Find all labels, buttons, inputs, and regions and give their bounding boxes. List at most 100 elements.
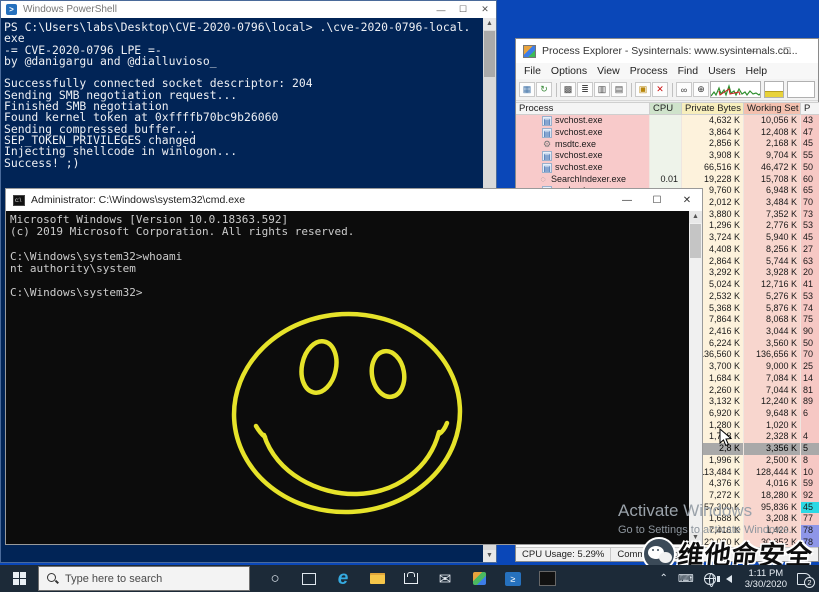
find-handle-icon[interactable]: ∞ (676, 82, 692, 97)
scrollbar-thumb[interactable] (484, 31, 495, 77)
scroll-down-icon[interactable]: ▼ (483, 550, 496, 562)
powershell-title: Windows PowerShell (23, 4, 117, 15)
maximize-button[interactable]: ☐ (770, 39, 804, 63)
mail-icon[interactable]: ✉ (428, 565, 462, 592)
working-set-value: 9,000 K (744, 361, 801, 373)
cmd-icon[interactable] (530, 565, 564, 592)
process-explorer-titlebar[interactable]: Process Explorer - Sysinternals: www.sys… (516, 39, 818, 63)
process-row[interactable]: ◌SearchIndexer.exe0.0119,228 K15,708 K60 (516, 174, 819, 186)
column-process[interactable]: Process (516, 102, 650, 115)
notification-badge: 2 (804, 577, 815, 588)
cmd-scrollbar[interactable]: ▲ ▼ (689, 211, 702, 544)
working-set-value: 7,084 K (744, 373, 801, 385)
cortana-icon[interactable]: ○ (258, 565, 292, 592)
search-icon (47, 573, 59, 585)
search-indexer-icon: ◌ (538, 174, 548, 184)
working-set-value: 2,776 K (744, 220, 801, 232)
menu-file[interactable]: File (519, 65, 546, 77)
column-working-set[interactable]: Working Set (744, 102, 801, 115)
network-icon[interactable] (704, 573, 716, 585)
scrollbar-thumb[interactable] (690, 224, 701, 258)
system-info-icon[interactable]: ▩ (560, 82, 576, 97)
svchost-icon: ▤ (542, 116, 552, 126)
pid-value: 70 (801, 197, 819, 209)
edge-icon[interactable]: e (326, 565, 360, 592)
close-button[interactable]: ✕ (474, 1, 496, 18)
pid-value: 8 (801, 455, 819, 467)
working-set-value: 5,276 K (744, 291, 801, 303)
task-view-icon[interactable] (292, 565, 326, 592)
pid-value: 50 (801, 338, 819, 350)
menu-process[interactable]: Process (625, 65, 673, 77)
process-row[interactable]: ▤svchost.exe4,632 K10,056 K43 (516, 115, 819, 127)
scroll-up-icon[interactable]: ▲ (483, 18, 496, 30)
working-set-value: 18,280 K (744, 490, 801, 502)
taskbar-clock[interactable]: 1:11 PM 3/30/2020 (745, 568, 787, 590)
store-icon[interactable] (394, 565, 428, 592)
cmd-titlebar[interactable]: c:\ Administrator: C:\Windows\system32\c… (6, 189, 702, 211)
process-row[interactable]: ▤svchost.exe66,516 K46,472 K50 (516, 162, 819, 174)
process-row[interactable]: ⚙msdtc.exe2,856 K2,168 K45 (516, 138, 819, 150)
working-set-value: 136,656 K (744, 349, 801, 361)
properties-icon[interactable]: ▣ (635, 82, 651, 97)
column-headers: Process CPU Private Bytes Working Set P (516, 102, 819, 115)
close-button[interactable]: ✕ (672, 189, 702, 211)
volume-icon[interactable] (726, 575, 734, 583)
windows-logo-icon (13, 572, 26, 585)
minimize-button[interactable]: — (612, 189, 642, 211)
powershell-icon[interactable] (496, 565, 530, 592)
toolbar-separator (631, 83, 632, 97)
pid-value: 45 (801, 502, 819, 514)
working-set-value: 15,708 K (744, 174, 801, 186)
maximize-button[interactable]: ☐ (452, 1, 474, 18)
pid-value: 53 (801, 220, 819, 232)
pid-value: 14 (801, 373, 819, 385)
working-set-value: 5,744 K (744, 256, 801, 268)
scroll-up-icon[interactable]: ▲ (689, 211, 702, 223)
column-pid[interactable]: P (801, 102, 819, 115)
maximize-button[interactable]: ☐ (642, 189, 672, 211)
cpu-history-graph[interactable] (710, 81, 761, 98)
process-explorer-icon (523, 45, 536, 58)
working-set-value: 10,056 K (744, 115, 801, 127)
refresh-icon[interactable]: ↻ (536, 82, 552, 97)
find-window-icon[interactable]: ⊕ (693, 82, 709, 97)
menu-users[interactable]: Users (703, 65, 740, 77)
process-explorer-icon[interactable] (462, 565, 496, 592)
pid-value: 81 (801, 385, 819, 397)
cmd-window[interactable]: c:\ Administrator: C:\Windows\system32\c… (5, 188, 703, 545)
column-cpu[interactable]: CPU (650, 102, 682, 115)
tray-chevron-icon[interactable]: ⌃ (659, 573, 667, 584)
working-set-value: 95,836 K (744, 502, 801, 514)
commit-graph[interactable] (764, 81, 784, 98)
start-button[interactable] (0, 565, 38, 592)
file-explorer-icon[interactable] (360, 565, 394, 592)
process-tree-icon[interactable]: ≣ (577, 82, 593, 97)
private-bytes-value: 66,516 K (682, 162, 744, 174)
private-bytes-value: 4,632 K (682, 115, 744, 127)
save-icon[interactable]: ▦ (519, 82, 535, 97)
action-center-icon[interactable]: 2 (797, 573, 811, 585)
minimize-button[interactable]: — (430, 1, 452, 18)
pid-value: 41 (801, 279, 819, 291)
dll-view-icon[interactable]: ▤ (611, 82, 627, 97)
menu-find[interactable]: Find (673, 65, 703, 77)
minimize-button[interactable]: — (736, 39, 770, 63)
process-row[interactable]: ▤svchost.exe3,864 K12,408 K47 (516, 127, 819, 139)
io-graph[interactable] (787, 81, 815, 98)
working-set-value: 3,928 K (744, 267, 801, 279)
cpu-value (650, 150, 682, 162)
columns-icon[interactable]: ▥ (594, 82, 610, 97)
menu-help[interactable]: Help (740, 65, 772, 77)
menu-options[interactable]: Options (546, 65, 592, 77)
process-name: svchost.exe (555, 150, 603, 162)
process-row[interactable]: ▤svchost.exe3,908 K9,704 K55 (516, 150, 819, 162)
kill-process-icon[interactable]: ✕ (652, 82, 668, 97)
menu-view[interactable]: View (592, 65, 625, 77)
working-set-value: 3,208 K (744, 513, 801, 525)
taskbar-search[interactable] (38, 566, 250, 591)
search-input[interactable] (65, 573, 225, 585)
column-private-bytes[interactable]: Private Bytes (682, 102, 744, 115)
touch-keyboard-icon[interactable]: ⌨ (678, 572, 694, 585)
powershell-titlebar[interactable]: > Windows PowerShell — ☐ ✕ (1, 1, 496, 18)
